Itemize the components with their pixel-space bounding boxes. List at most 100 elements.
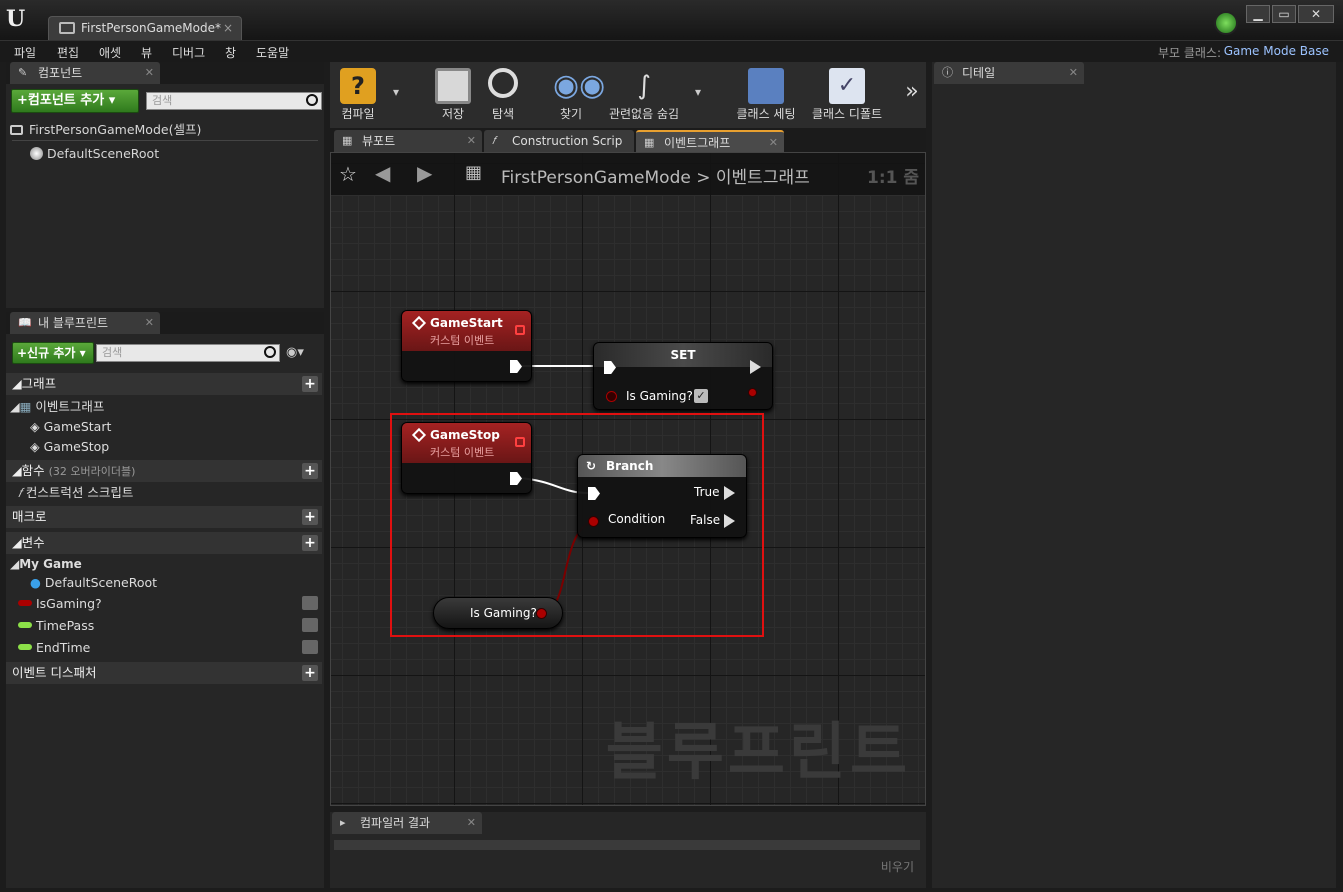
var-label: IsGaming? (35, 596, 102, 611)
exec-out-pin[interactable] (750, 360, 761, 374)
close-tab-icon[interactable]: ✕ (1069, 62, 1078, 84)
hide-unrelated-button[interactable]: ∫ 관련없음 숨김 (598, 62, 690, 128)
maximize-button[interactable]: ▭ (1272, 5, 1296, 23)
tab-my-blueprint[interactable]: 📖 내 블루프린트 ✕ (10, 312, 160, 334)
view-options-eye-icon[interactable]: ◉▾ (286, 345, 314, 361)
title-bar: U FirstPersonGameMode* × ▁ ▭ ✕ (0, 0, 1343, 40)
close-tab-icon[interactable]: ✕ (467, 130, 476, 152)
visibility-eye-icon[interactable] (302, 596, 318, 610)
category-variables-label: 변수 (21, 535, 45, 550)
hide-unrelated-dropdown[interactable]: ▾ (690, 62, 706, 128)
tab-compiler-results[interactable]: ▸ 컴파일러 결과 ✕ (332, 812, 482, 834)
add-variable-button[interactable]: + (302, 535, 318, 551)
close-tab-icon[interactable]: ✕ (145, 62, 154, 84)
menu-window[interactable]: 창 (225, 44, 236, 61)
category-functions[interactable]: ◢함수 (32 오버라이더블) + (6, 460, 322, 482)
editor-tab-bar: ▦ 뷰포트 ✕ 𝑓 Construction Scrip ▦ 이벤트그래프 ✕ (330, 128, 926, 152)
exec-out-pin[interactable] (510, 360, 522, 373)
delegate-pin-icon[interactable] (515, 325, 525, 335)
var-row[interactable]: IsGaming? (6, 594, 322, 614)
class-defaults-button[interactable]: ✓ 클래스 디폴트 (808, 62, 886, 128)
tab-construction-script[interactable]: 𝑓 Construction Scrip (484, 130, 634, 152)
add-dispatcher-button[interactable]: + (302, 665, 318, 681)
find-button[interactable]: ◉◉ 찾기 (548, 62, 605, 128)
compile-options-dropdown[interactable]: ▾ (388, 62, 404, 128)
float-type-icon (18, 644, 32, 650)
bool-out-pin[interactable] (748, 388, 757, 397)
add-component-button[interactable]: +컴포넌트 추가 ▾ (11, 89, 139, 113)
book-icon: 📖 (18, 316, 32, 329)
var-group-label: My Game (19, 557, 82, 571)
checkbox-checked[interactable]: ✓ (694, 389, 708, 403)
clear-button[interactable]: 비우기 (881, 858, 914, 875)
category-macros[interactable]: 매크로 + (6, 506, 322, 528)
tab-components[interactable]: ✎ 컴포넌트 ✕ (10, 62, 160, 84)
category-variables[interactable]: ◢변수 + (6, 532, 322, 554)
source-control-icon[interactable] (1214, 11, 1238, 35)
close-tab-icon[interactable]: × (223, 17, 233, 39)
add-macro-button[interactable]: + (302, 509, 318, 525)
add-new-button[interactable]: +신규 추가 ▾ (12, 342, 94, 364)
class-settings-button[interactable]: 클래스 세팅 (726, 62, 806, 128)
tree-construction-script[interactable]: 𝑓 컨스트럭션 스크립트 (6, 483, 322, 503)
close-tab-icon[interactable]: ✕ (467, 812, 476, 834)
compile-button[interactable]: ? 컴파일 (330, 62, 386, 128)
visibility-eye-icon[interactable] (302, 618, 318, 632)
visibility-eye-icon[interactable] (302, 640, 318, 654)
search-icon (264, 346, 276, 358)
close-tab-icon[interactable]: ✕ (769, 132, 778, 154)
tab-event-graph[interactable]: ▦ 이벤트그래프 ✕ (636, 130, 784, 152)
toolbar-overflow-icon[interactable]: » (900, 62, 924, 128)
node-set-variable[interactable]: SET Is Gaming? ✓ (593, 342, 773, 410)
var-row[interactable]: EndTime (6, 638, 322, 658)
tree-event-graph-label: 이벤트그래프 (35, 399, 105, 414)
tree-event-graph[interactable]: ◢▦ 이벤트그래프 (6, 397, 322, 417)
component-root-row[interactable]: FirstPersonGameMode(셀프) (10, 120, 320, 140)
class-defaults-label: 클래스 디폴트 (811, 107, 883, 121)
var-row[interactable]: ● DefaultSceneRoot (6, 573, 322, 593)
menu-debug[interactable]: 디버그 (172, 44, 205, 61)
event-diamond-icon: ◈ (30, 439, 40, 454)
var-row[interactable]: TimePass (6, 616, 322, 636)
document-tab[interactable]: FirstPersonGameMode* × (48, 16, 242, 40)
tab-viewport[interactable]: ▦ 뷰포트 ✕ (334, 130, 482, 152)
minimize-button[interactable]: ▁ (1246, 5, 1270, 23)
bool-in-pin[interactable] (606, 391, 617, 402)
blueprint-search-input[interactable]: 검색 (96, 344, 280, 362)
menu-view[interactable]: 뷰 (141, 44, 152, 61)
add-function-button[interactable]: + (302, 463, 318, 479)
tab-details[interactable]: ⓘ 디테일 ✕ (934, 62, 1084, 84)
compile-label: 컴파일 (341, 107, 375, 121)
components-search-input[interactable]: 검색 (146, 92, 322, 110)
function-icon: 𝑓 (18, 485, 22, 500)
menu-edit[interactable]: 편집 (57, 44, 79, 61)
search-placeholder: 검색 (102, 346, 123, 359)
close-tab-icon[interactable]: ✕ (145, 312, 154, 334)
add-new-label: +신규 추가 (17, 346, 76, 360)
tab-construction-label: Construction Scrip (512, 134, 623, 148)
search-icon (306, 94, 318, 106)
menu-help[interactable]: 도움말 (256, 44, 289, 61)
menu-asset[interactable]: 애셋 (99, 44, 121, 61)
toolbar: ? 컴파일 ▾ 저장 탐색 ◉◉ 찾기 ∫ 관련없음 숨김 ▾ 클래스 세팅 ✓… (330, 62, 926, 128)
category-macros-label: 매크로 (12, 509, 47, 524)
tab-my-blueprint-label: 내 블루프린트 (38, 316, 109, 330)
graph-icon: ▦ (19, 399, 32, 414)
parent-class-link[interactable]: Game Mode Base (1224, 44, 1329, 58)
add-graph-button[interactable]: + (302, 376, 318, 392)
tree-event-gamestop[interactable]: ◈ GameStop (6, 437, 322, 457)
close-button[interactable]: ✕ (1298, 5, 1334, 23)
category-functions-label: 함수 (21, 463, 45, 478)
browse-button[interactable]: 탐색 (480, 62, 526, 128)
tree-event-gamestart[interactable]: ◈ GameStart (6, 417, 322, 437)
node-custom-event-gamestart[interactable]: GameStart 커스텀 이벤트 (401, 310, 532, 382)
component-child-row[interactable]: DefaultSceneRoot (30, 144, 159, 164)
compiler-log (334, 840, 920, 850)
menu-file[interactable]: 파일 (14, 44, 36, 61)
var-label: TimePass (35, 618, 95, 633)
category-dispatchers-label: 이벤트 디스패처 (12, 665, 97, 680)
category-event-dispatchers[interactable]: 이벤트 디스패처 + (6, 662, 322, 684)
save-button[interactable]: 저장 (430, 62, 476, 128)
category-graphs[interactable]: ◢그래프 + (6, 373, 322, 395)
var-group-header[interactable]: ◢My Game (6, 554, 322, 574)
